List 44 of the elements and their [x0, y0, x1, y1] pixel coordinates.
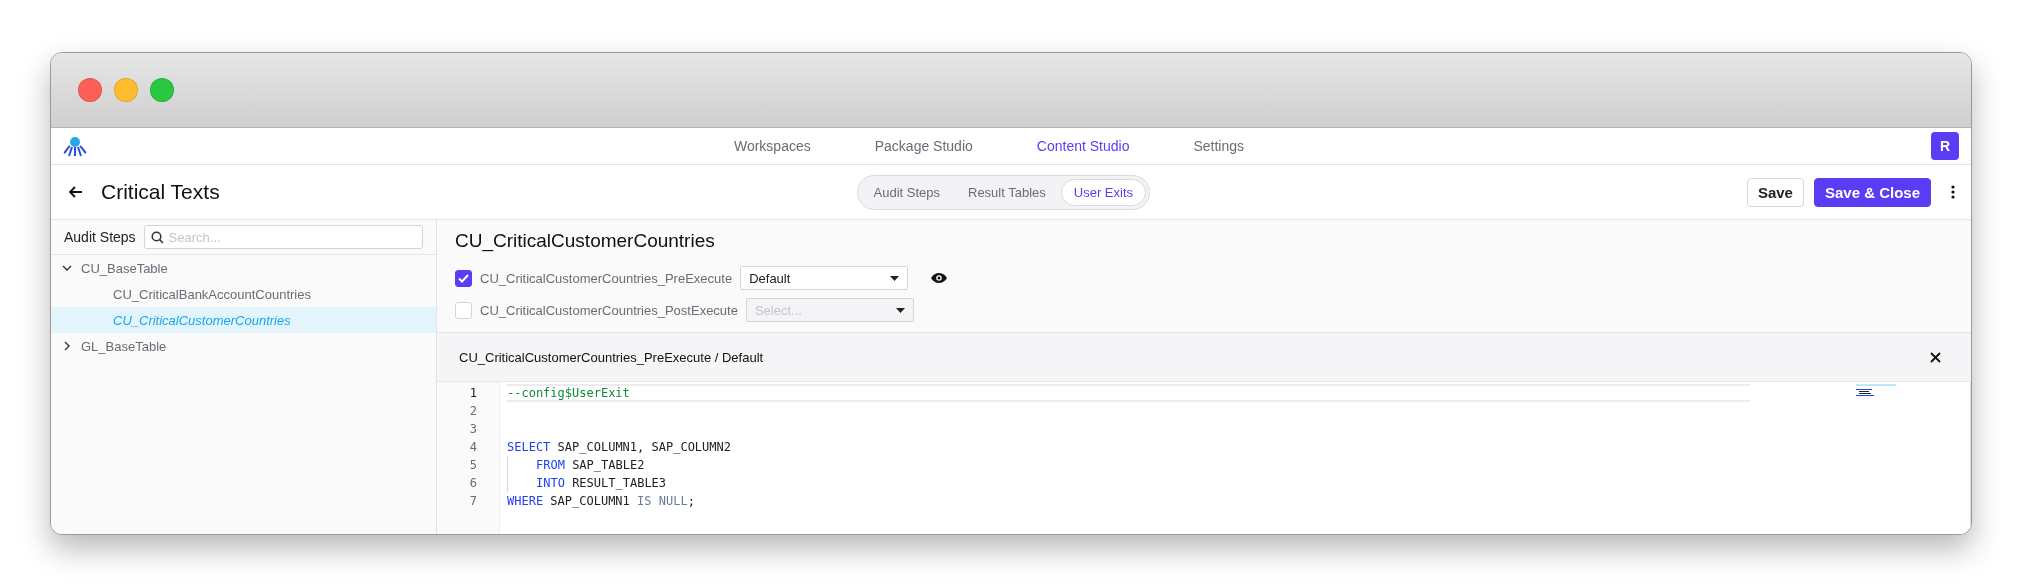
code-line: INTO RESULT_TABLE3	[536, 476, 667, 490]
tab[interactable]: User Exits	[1060, 178, 1147, 206]
dropdown[interactable]: Default	[740, 266, 909, 290]
octopus-logo-icon	[63, 134, 87, 158]
nav-link[interactable]: Workspaces	[733, 138, 811, 154]
user-avatar[interactable]: R	[1931, 132, 1959, 160]
editor-title: CU_CriticalCustomerCountries_PreExecute / Default	[459, 349, 764, 365]
tree-item[interactable]: CU_BaseTable	[51, 255, 436, 281]
tree-item[interactable]: CU_CriticalBankAccountCountries	[51, 281, 436, 307]
tab[interactable]: Audit Steps	[860, 178, 953, 206]
save-button[interactable]: Save	[1746, 177, 1804, 207]
check-icon	[458, 273, 469, 283]
code-line: WHERE SAP_COLUMN1 IS NULL;	[507, 494, 695, 508]
tree-item[interactable]: GL_BaseTable	[51, 333, 436, 359]
caret-down-icon	[895, 307, 905, 313]
page-title: Critical Texts	[101, 180, 220, 204]
checkbox[interactable]	[455, 269, 472, 287]
code-line: FROM SAP_TABLE2	[536, 458, 645, 472]
line-number: 5	[468, 457, 478, 474]
more-options-icon[interactable]	[1951, 185, 1955, 199]
exit-label: CU_CriticalCustomerCountries_PreExecute	[480, 270, 733, 286]
sidebar-title: Audit Steps	[64, 229, 136, 245]
line-number: 6	[468, 475, 478, 492]
caret-down-icon	[890, 275, 900, 281]
exit-label: CU_CriticalCustomerCountries_PostExecute	[480, 302, 738, 318]
code-line: --config$UserExit	[507, 386, 630, 400]
line-number: 7	[468, 493, 478, 510]
section-title: CU_CriticalCustomerCountries	[455, 230, 716, 252]
window-control-button[interactable]	[78, 78, 102, 102]
tab[interactable]: Result Tables	[955, 178, 1059, 206]
save-close-button[interactable]: Save & Close	[1813, 177, 1931, 207]
search-icon	[150, 231, 164, 244]
eye-icon[interactable]	[930, 272, 949, 284]
line-number: 2	[468, 403, 478, 420]
nav-link[interactable]: Settings	[1193, 138, 1245, 154]
line-number: 1	[468, 385, 478, 402]
nav-link[interactable]: Package Studio	[874, 138, 973, 154]
nav-link[interactable]: Content Studio	[1036, 138, 1130, 154]
close-icon[interactable]	[1930, 351, 1941, 363]
line-number: 3	[468, 421, 478, 438]
code-line: SELECT SAP_COLUMN1, SAP_COLUMN2	[507, 440, 731, 454]
back-arrow-icon[interactable]	[69, 186, 83, 198]
search-field[interactable]: Search...	[143, 225, 423, 249]
line-number: 4	[468, 439, 478, 456]
